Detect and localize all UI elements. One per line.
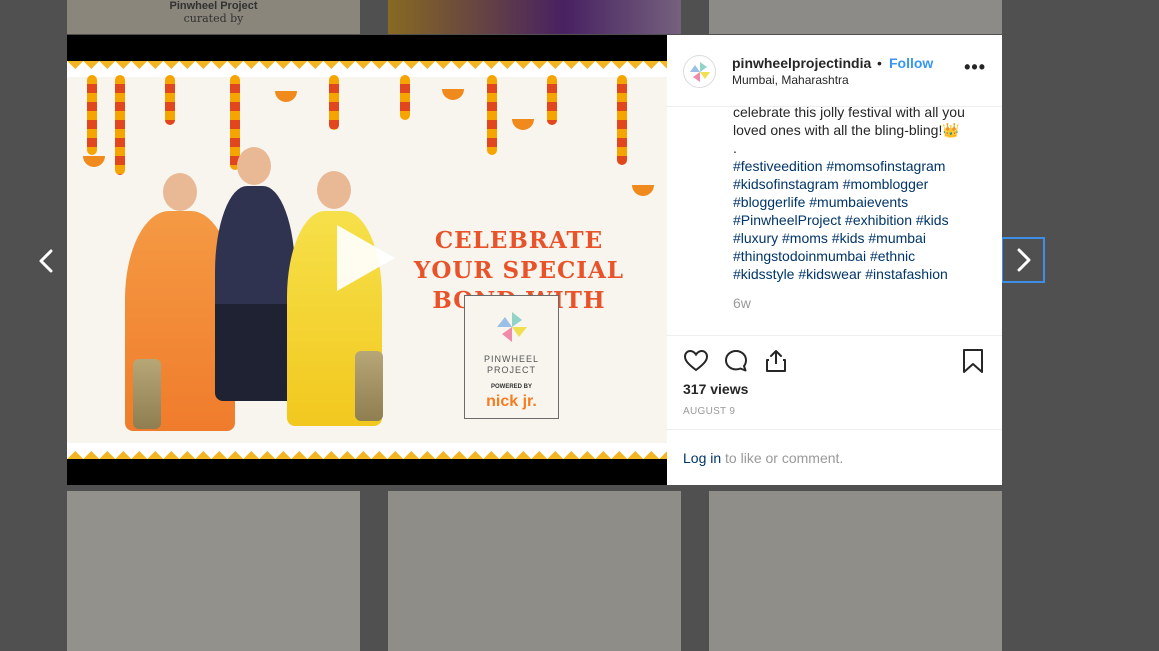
login-prompt-text: to like or comment. [721,450,844,466]
marigold-garland [329,75,339,130]
avatar[interactable] [683,55,716,88]
caption-line: . [733,140,737,156]
nick-jr-logo: nick jr. [486,393,537,410]
hashtag-line[interactable]: #bloggerlife #mumbaievents [733,193,986,211]
hashtag-line[interactable]: #kidsofinstagram #momblogger [733,175,986,193]
marigold-garland [617,75,627,165]
post-actions: 317 views AUGUST 9 [667,335,1002,429]
post-sidebar: pinwheelprojectindia • Follow Mumbai, Ma… [667,35,1002,485]
hashtag-line[interactable]: #kidsstyle #kidswear #instafashion [733,265,986,283]
follow-button[interactable]: Follow [889,55,933,71]
diya-lamp-icon [632,185,654,196]
marigold-garland [165,75,175,125]
view-count[interactable]: 317 views [683,381,748,397]
pinwheel-logo-box: PINWHEEL PROJECT POWERED BY nick jr. [464,295,559,419]
comment-icon[interactable] [723,348,749,374]
powered-by-label: POWERED BY [490,384,532,390]
diya-lamp-icon [275,91,297,102]
separator-dot: • [877,55,882,71]
decorative-border-top [67,61,667,77]
child-figure [215,186,295,401]
login-link[interactable]: Log in [683,450,721,466]
logo-line: PROJECT [486,365,536,375]
diya-lamp-icon [512,119,534,130]
lantern-icon [133,359,161,429]
pinwheel-logo-icon [497,312,527,342]
logo-wordmark: PINWHEEL PROJECT [465,354,558,376]
post-modal: CELEBRATE YOUR SPECIAL BOND WITH PINWHEE… [67,35,1002,485]
post-caption: celebrate this jolly festival with all y… [667,107,1002,335]
diya-lamp-icon [83,156,105,167]
chevron-right-icon[interactable] [1001,237,1045,283]
marigold-garland [547,75,557,125]
location-link[interactable]: Mumbai, Maharashtra [732,73,849,87]
heart-icon[interactable] [683,348,709,374]
child-head [237,147,271,185]
share-icon[interactable] [763,348,789,374]
more-options-icon[interactable]: ••• [964,57,986,78]
headline-line: YOUR SPECIAL [413,257,625,284]
child-head [317,171,351,209]
hashtag-line[interactable]: #luxury #moms #kids #mumbai [733,229,986,247]
post-header: pinwheelprojectindia • Follow Mumbai, Ma… [667,35,1002,107]
hashtag-line[interactable]: #PinwheelProject #exhibition #kids [733,211,986,229]
marigold-garland [87,75,97,155]
decorative-border-bottom [67,443,667,459]
post-date: AUGUST 9 [683,406,736,417]
hashtag-line[interactable]: #festiveedition #momsofinstagram [733,157,986,175]
post-time: 6w [733,295,751,311]
logo-line: PINWHEEL [483,354,539,364]
marigold-garland [115,75,125,175]
child-head [163,173,197,211]
marigold-garland [400,75,410,120]
caption-line: loved ones with all the bling-bling!👑 [733,122,960,138]
marigold-garland [487,75,497,155]
login-prompt: Log in to like or comment. [667,429,1002,485]
bookmark-icon[interactable] [960,348,986,374]
hashtag-line[interactable]: #thingstodoinmumbai #ethnic [733,247,986,265]
pinwheel-avatar-icon [690,62,710,82]
username-link[interactable]: pinwheelprojectindia [732,55,871,71]
diya-lamp-icon [442,89,464,100]
headline-line: CELEBRATE [434,227,604,254]
lantern-icon [355,351,383,421]
chevron-left-icon[interactable] [25,238,69,284]
caption-line: celebrate this jolly festival with all y… [733,107,965,120]
play-icon[interactable] [337,225,395,291]
video-player[interactable]: CELEBRATE YOUR SPECIAL BOND WITH PINWHEE… [67,35,667,485]
